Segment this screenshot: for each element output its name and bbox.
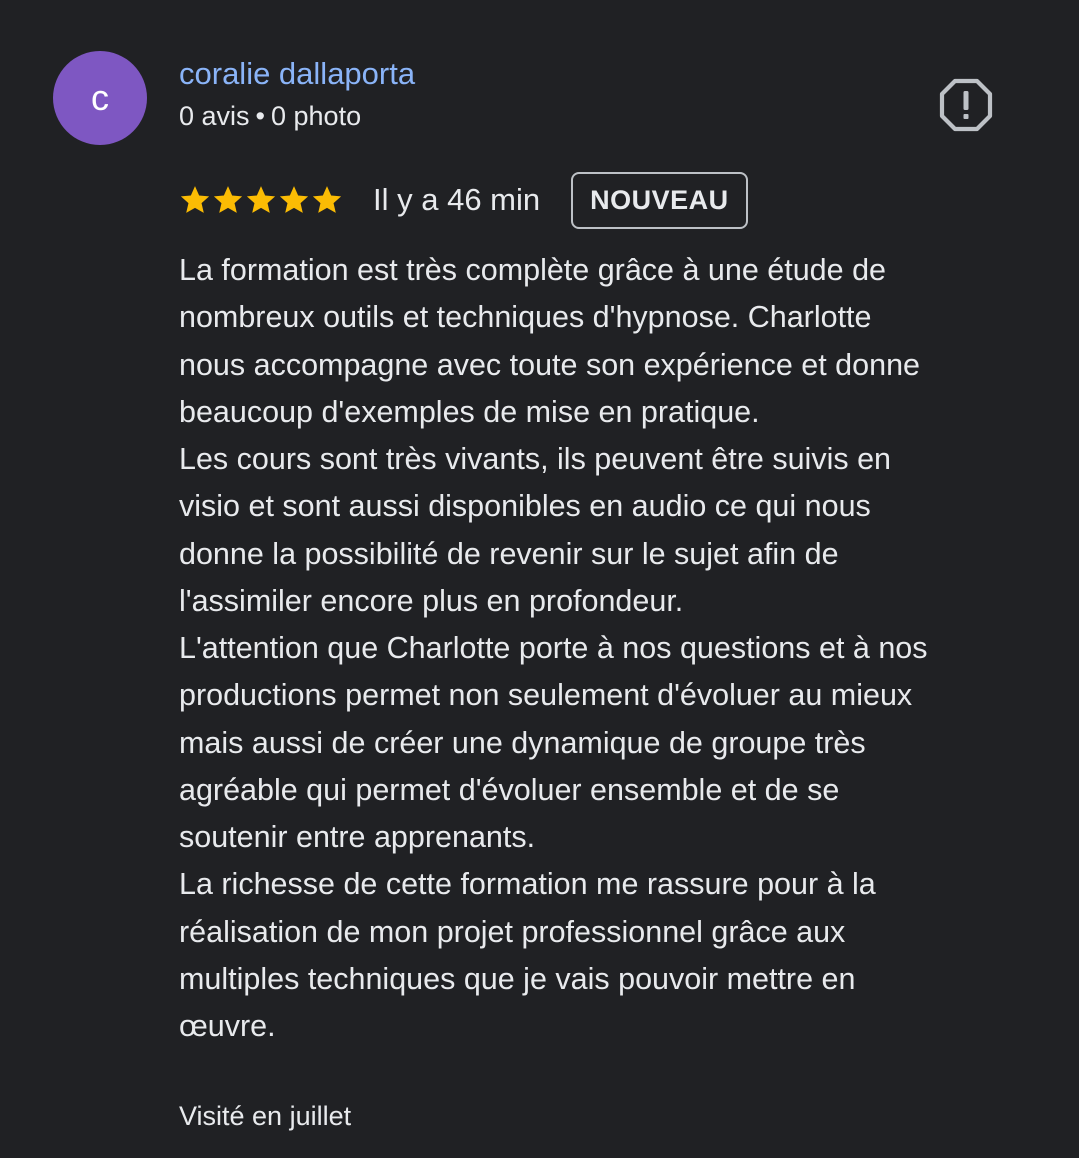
review-line: visio et sont aussi disponibles en audio… bbox=[179, 489, 871, 524]
review-line: productions permet non seulement d'évolu… bbox=[179, 678, 913, 713]
review-line: agréable qui permet d'évoluer ensemble e… bbox=[179, 772, 840, 807]
star-icon bbox=[246, 186, 276, 213]
star-rating bbox=[179, 184, 343, 216]
rating-row: Il y a 46 min NOUVEAU bbox=[179, 171, 748, 229]
review-line: Les cours sont très vivants, ils peuvent… bbox=[179, 442, 891, 476]
meta-separator: • bbox=[255, 101, 265, 131]
star-icon bbox=[312, 186, 342, 213]
review-line: nous accompagne avec toute son expérienc… bbox=[179, 347, 920, 382]
review-time: Il y a 46 min bbox=[373, 182, 541, 217]
star-icon bbox=[180, 186, 210, 213]
review-line: La richesse de cette formation me rassur… bbox=[179, 867, 876, 902]
review-line: soutenir entre apprenants. bbox=[179, 820, 536, 854]
author-name[interactable]: coralie dallaporta bbox=[179, 54, 415, 94]
review-line: multiples techniques que je vais pouvoir… bbox=[179, 961, 856, 996]
review-line: l'assimiler encore plus en profondeur. bbox=[179, 583, 684, 618]
review-line: donne la possibilité de revenir sur le s… bbox=[179, 536, 839, 571]
reviews-count: 0 avis bbox=[179, 101, 250, 131]
review-line: mais aussi de créer une dynamique de gro… bbox=[179, 725, 866, 760]
review-line: réalisation de mon projet professionnel … bbox=[179, 914, 846, 949]
photos-count: 0 photo bbox=[271, 101, 362, 131]
star-icon bbox=[213, 186, 243, 213]
visit-info: Visité en juillet bbox=[179, 1101, 352, 1131]
review-text: La formation est très complète grâce à u… bbox=[179, 247, 1059, 1050]
review-line: œuvre. bbox=[179, 1009, 276, 1043]
report-flag-icon[interactable] bbox=[939, 78, 993, 132]
review-line: nombreux outils et techniques d'hypnose.… bbox=[179, 300, 872, 335]
new-badge: NOUVEAU bbox=[571, 171, 748, 229]
review-line: beaucoup d'exemples de mise en pratique. bbox=[179, 394, 760, 429]
review-line: La formation est très complète grâce à u… bbox=[179, 253, 887, 287]
author-meta: 0 avis • 0 photo bbox=[179, 98, 361, 134]
avatar[interactable]: c bbox=[53, 51, 147, 145]
star-icon bbox=[279, 186, 309, 213]
avatar-initial: c bbox=[91, 77, 109, 118]
review-line: L'attention que Charlotte porte à nos qu… bbox=[179, 631, 928, 665]
